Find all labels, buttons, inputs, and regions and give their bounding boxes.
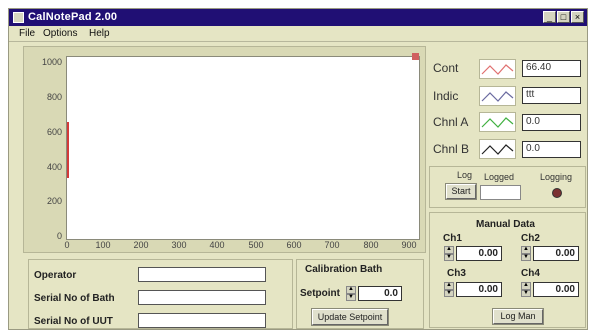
- menu-options[interactable]: Options: [43, 28, 77, 39]
- serial-bath-label: Serial No of Bath: [34, 293, 115, 304]
- x-tick-label: 700: [324, 240, 340, 250]
- setpoint-label: Setpoint: [300, 288, 340, 299]
- menu-file[interactable]: File: [19, 28, 35, 39]
- ch2-label: Ch2: [521, 233, 540, 244]
- logged-indicator: [480, 185, 521, 200]
- operator-field[interactable]: [138, 267, 266, 282]
- app-icon: [13, 12, 24, 23]
- y-tick-label: 400: [46, 162, 62, 172]
- x-tick-label: 100: [95, 240, 111, 250]
- menu-bar: File Options Help: [9, 26, 587, 42]
- cont-value-field[interactable]: 66.40: [522, 60, 581, 77]
- ch1-spinner[interactable]: ▲ ▼: [444, 246, 454, 261]
- window-title: CalNotePad 2.00: [28, 11, 118, 23]
- start-button[interactable]: Start: [445, 183, 477, 200]
- ch3-label: Ch3: [447, 268, 466, 279]
- ch3-spinner[interactable]: ▲ ▼: [444, 282, 454, 297]
- legend-swatch-cont: [479, 59, 516, 79]
- legend-swatch-indic: [479, 86, 516, 106]
- x-tick-label: 500: [248, 240, 264, 250]
- logged-label: Logged: [484, 172, 515, 182]
- title-bar: CalNotePad 2.00 _ □ ×: [9, 9, 587, 26]
- x-tick-label: 200: [133, 240, 149, 250]
- serial-uut-label: Serial No of UUT: [34, 316, 113, 327]
- serial-uut-field[interactable]: [138, 313, 266, 328]
- y-tick-label: 1000: [41, 57, 62, 67]
- ch3-value-field[interactable]: 0.00: [456, 282, 502, 297]
- chnl-b-value-field[interactable]: 0.0: [522, 141, 581, 158]
- ch4-label: Ch4: [521, 268, 540, 279]
- legend-label-indic: Indic: [433, 89, 459, 103]
- calibration-bath-heading: Calibration Bath: [305, 264, 383, 275]
- ch1-value-field[interactable]: 0.00: [456, 246, 502, 261]
- plot-area[interactable]: [66, 56, 420, 240]
- ch2-value-field[interactable]: 0.00: [533, 246, 579, 261]
- legend-label-cont: Cont: [433, 61, 459, 75]
- x-tick-label: 0: [64, 240, 70, 250]
- minimize-button[interactable]: _: [543, 11, 556, 23]
- menu-help[interactable]: Help: [89, 28, 110, 39]
- data-trace: [67, 122, 69, 178]
- legend-label-chnl-b: Chnl B: [433, 142, 470, 156]
- plot-corner-marker: [412, 53, 419, 60]
- ch4-value-field[interactable]: 0.00: [533, 282, 579, 297]
- indic-value-field[interactable]: ttt: [522, 87, 581, 104]
- x-tick-label: 400: [209, 240, 225, 250]
- manual-data-heading: Manual Data: [476, 219, 535, 230]
- ch1-label: Ch1: [443, 233, 462, 244]
- x-tick-label: 900: [401, 240, 417, 250]
- x-tick-label: 300: [171, 240, 187, 250]
- legend-swatch-chnl-a: [479, 112, 516, 132]
- serial-bath-field[interactable]: [138, 290, 266, 305]
- chnl-a-value-field[interactable]: 0.0: [522, 114, 581, 131]
- y-tick-label: 800: [46, 92, 62, 102]
- maximize-button[interactable]: □: [557, 11, 570, 23]
- x-tick-label: 800: [363, 240, 379, 250]
- operator-label: Operator: [34, 270, 77, 281]
- setpoint-field[interactable]: 0.0: [358, 286, 402, 301]
- y-tick-label: 200: [46, 196, 62, 206]
- log-man-button[interactable]: Log Man: [492, 308, 544, 325]
- legend-swatch-chnl-b: [479, 139, 516, 159]
- ch4-spinner[interactable]: ▲ ▼: [521, 282, 531, 297]
- log-label: Log: [457, 170, 473, 180]
- y-tick-label: 600: [46, 127, 62, 137]
- logging-label: Logging: [540, 172, 573, 182]
- update-setpoint-button[interactable]: Update Setpoint: [311, 308, 389, 326]
- setpoint-spinner[interactable]: ▲ ▼: [346, 286, 356, 301]
- logging-led-icon: [552, 188, 562, 198]
- ch2-spinner[interactable]: ▲ ▼: [521, 246, 531, 261]
- close-button[interactable]: ×: [571, 11, 584, 23]
- x-tick-label: 600: [286, 240, 302, 250]
- legend-label-chnl-a: Chnl A: [433, 115, 469, 129]
